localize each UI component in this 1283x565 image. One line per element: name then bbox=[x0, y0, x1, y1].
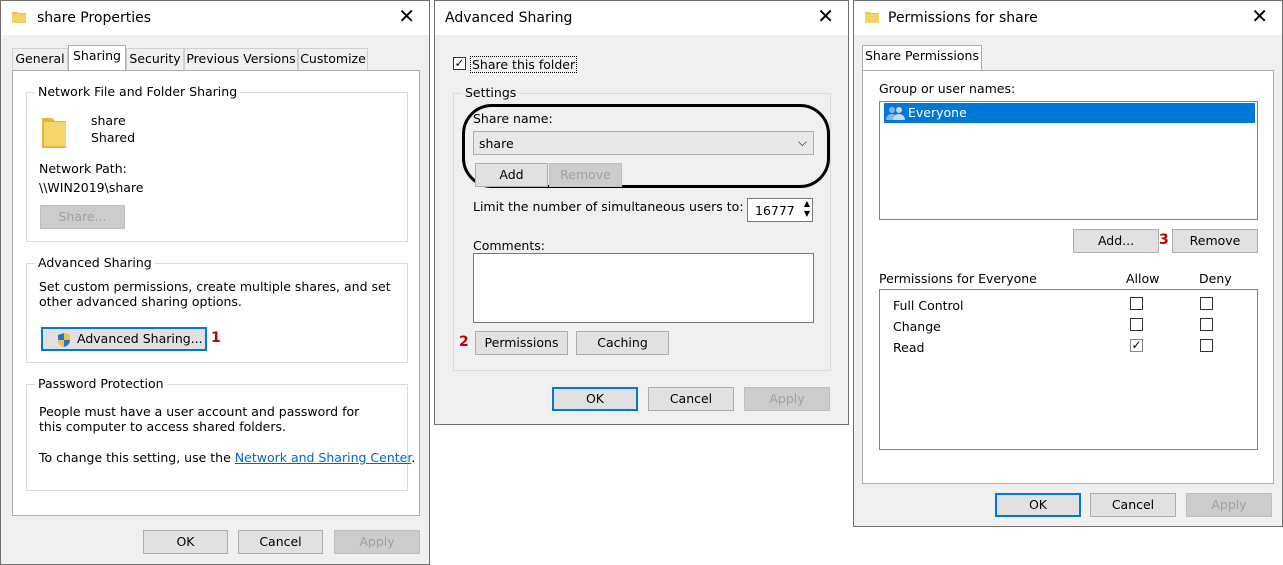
share-state: Shared bbox=[91, 130, 136, 145]
deny-column-header: Deny bbox=[1199, 271, 1232, 286]
advanced-sharing-description: Set custom permissions, create multiple … bbox=[39, 279, 391, 309]
apply-button[interactable]: Apply bbox=[334, 530, 420, 554]
permissions-table: Full Control Change Read ✓ bbox=[879, 289, 1258, 450]
share-this-folder-label[interactable]: Share this folder bbox=[470, 56, 578, 73]
folder-icon bbox=[865, 12, 879, 23]
caching-button[interactable]: Caching bbox=[576, 331, 669, 355]
group-label: Network File and Folder Sharing bbox=[35, 84, 241, 99]
share-name-dropdown[interactable]: share ⌵ bbox=[473, 131, 814, 155]
limit-users-value: 16777 bbox=[755, 203, 795, 218]
window-title: Advanced Sharing bbox=[445, 10, 573, 26]
share-name-label: Share name: bbox=[473, 111, 553, 126]
window-title: share Properties bbox=[37, 10, 152, 26]
tab-previous-versions[interactable]: Previous Versions bbox=[184, 48, 298, 70]
permissions-button[interactable]: Permissions bbox=[475, 331, 568, 355]
comments-label: Comments: bbox=[473, 238, 545, 253]
table-row: Change bbox=[880, 317, 1257, 338]
step-marker-2: 2 bbox=[459, 334, 469, 350]
change-allow-checkbox[interactable] bbox=[1130, 318, 1143, 331]
network-path-label: Network Path: bbox=[39, 161, 127, 176]
limit-users-spinner[interactable]: 16777 ▲ ▼ bbox=[747, 198, 813, 222]
allow-column-header: Allow bbox=[1126, 271, 1160, 286]
advanced-sharing-window: Advanced Sharing ✕ ✓ Share this folder S… bbox=[434, 0, 849, 425]
permission-name: Change bbox=[893, 319, 941, 334]
network-sharing-center-link[interactable]: Network and Sharing Center bbox=[235, 450, 412, 465]
advanced-sharing-group: Advanced Sharing Set custom permissions,… bbox=[26, 255, 408, 363]
folder-icon bbox=[42, 118, 66, 148]
table-row: Full Control bbox=[880, 296, 1257, 317]
ok-button[interactable]: OK bbox=[143, 530, 228, 554]
tab-security[interactable]: Security bbox=[126, 48, 184, 70]
share-name: share bbox=[91, 113, 126, 128]
advanced-sharing-button-label: Advanced Sharing... bbox=[77, 331, 203, 346]
title-bar[interactable]: share Properties ✕ bbox=[1, 1, 429, 35]
tab-customize[interactable]: Customize bbox=[298, 48, 368, 70]
permissions-for-label: Permissions for Everyone bbox=[879, 271, 1037, 286]
cancel-button[interactable]: Cancel bbox=[1090, 493, 1176, 517]
list-item-everyone[interactable]: Everyone bbox=[884, 103, 1255, 123]
share-permissions-tab-page: Group or user names: Everyone Add... 3 R… bbox=[862, 70, 1274, 484]
cancel-button[interactable]: Cancel bbox=[238, 530, 323, 554]
tab-sharing[interactable]: Sharing bbox=[68, 45, 126, 71]
chevron-down-icon: ⌵ bbox=[797, 135, 807, 149]
apply-button[interactable]: Apply bbox=[1186, 493, 1272, 517]
shield-icon bbox=[58, 333, 70, 347]
users-icon bbox=[886, 107, 905, 120]
add-button[interactable]: Add... bbox=[1073, 229, 1159, 253]
ok-button[interactable]: OK bbox=[995, 493, 1081, 517]
full-control-allow-checkbox[interactable] bbox=[1130, 297, 1143, 310]
folder-icon bbox=[12, 12, 26, 23]
group-user-list[interactable]: Everyone bbox=[879, 101, 1258, 220]
table-row: Read ✓ bbox=[880, 338, 1257, 359]
period: . bbox=[411, 450, 416, 465]
group-label: Settings bbox=[462, 85, 520, 100]
permission-name: Full Control bbox=[893, 298, 964, 313]
share-this-folder-checkbox[interactable]: ✓ bbox=[453, 57, 466, 70]
apply-button[interactable]: Apply bbox=[744, 387, 830, 411]
share-button[interactable]: Share... bbox=[40, 205, 125, 229]
window-title: Permissions for share bbox=[888, 10, 1038, 26]
spinner-arrows-icon[interactable]: ▲ ▼ bbox=[804, 199, 810, 219]
step-marker-1: 1 bbox=[211, 330, 221, 346]
cancel-button[interactable]: Cancel bbox=[648, 387, 734, 411]
remove-button[interactable]: Remove bbox=[1172, 229, 1258, 253]
step-marker-3: 3 bbox=[1159, 232, 1169, 248]
group-user-names-label: Group or user names: bbox=[879, 81, 1016, 96]
permissions-window: Permissions for share ✕ Share Permission… bbox=[853, 0, 1283, 527]
title-bar[interactable]: Permissions for share ✕ bbox=[854, 1, 1282, 35]
tab-share-permissions[interactable]: Share Permissions bbox=[862, 45, 982, 71]
advanced-sharing-button[interactable]: Advanced Sharing... bbox=[41, 327, 207, 351]
add-button[interactable]: Add bbox=[475, 163, 548, 187]
group-label: Password Protection bbox=[35, 376, 167, 391]
close-icon[interactable]: ✕ bbox=[1251, 6, 1268, 26]
title-bar[interactable]: Advanced Sharing ✕ bbox=[435, 1, 848, 35]
limit-users-label: Limit the number of simultaneous users t… bbox=[473, 199, 744, 214]
network-path: \\WIN2019\share bbox=[39, 180, 144, 195]
password-change-text: To change this setting, use the Network … bbox=[39, 450, 415, 465]
tab-general[interactable]: General bbox=[12, 48, 68, 70]
remove-button[interactable]: Remove bbox=[549, 163, 622, 187]
password-protection-group: Password Protection People must have a u… bbox=[26, 376, 415, 491]
permission-name: Read bbox=[893, 340, 925, 355]
password-change-prefix: To change this setting, use the bbox=[39, 450, 231, 465]
comments-field[interactable] bbox=[473, 253, 814, 323]
ok-button[interactable]: OK bbox=[552, 387, 638, 411]
close-icon[interactable]: ✕ bbox=[817, 6, 834, 26]
read-allow-checkbox[interactable]: ✓ bbox=[1130, 339, 1143, 352]
share-name-value: share bbox=[479, 136, 514, 151]
close-icon[interactable]: ✕ bbox=[398, 6, 415, 26]
group-label: Advanced Sharing bbox=[35, 255, 155, 270]
network-sharing-group: Network File and Folder Sharing share Sh… bbox=[26, 84, 408, 242]
sharing-tab-page: Network File and Folder Sharing share Sh… bbox=[12, 70, 420, 516]
list-item-label: Everyone bbox=[908, 105, 967, 120]
share-properties-window: share Properties ✕ General Sharing Secur… bbox=[0, 0, 430, 565]
read-deny-checkbox[interactable] bbox=[1200, 339, 1213, 352]
full-control-deny-checkbox[interactable] bbox=[1200, 297, 1213, 310]
password-description: People must have a user account and pass… bbox=[39, 404, 360, 434]
change-deny-checkbox[interactable] bbox=[1200, 318, 1213, 331]
